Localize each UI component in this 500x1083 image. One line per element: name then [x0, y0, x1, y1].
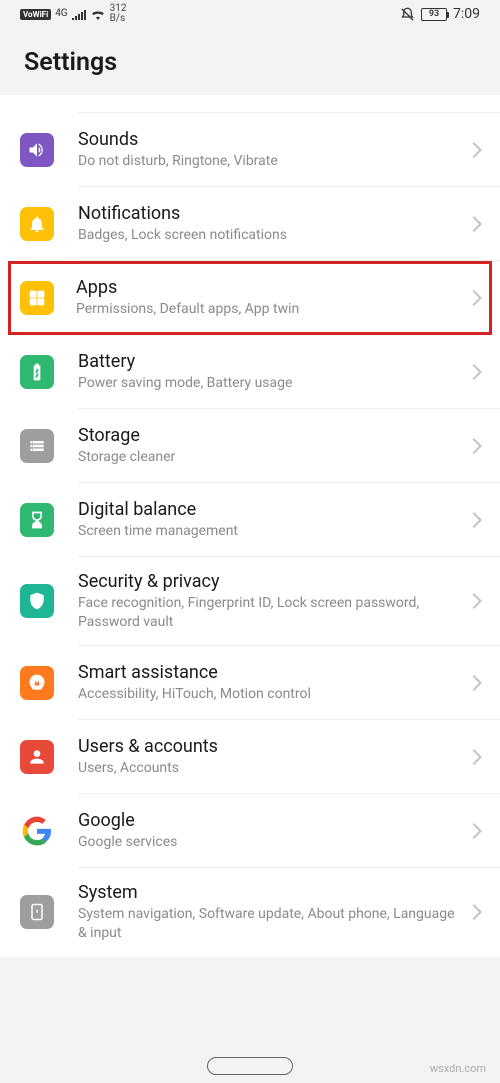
- chevron-right-icon: [472, 290, 482, 306]
- row-title: Smart assistance: [78, 662, 464, 683]
- net-speed: 312 B/s: [110, 4, 127, 24]
- row-subtitle: Do not disturb, Ringtone, Vibrate: [78, 152, 464, 171]
- settings-row-google[interactable]: Google Google services: [0, 794, 500, 868]
- security-icon: [20, 584, 54, 618]
- settings-row-system[interactable]: System System navigation, Software updat…: [0, 868, 500, 957]
- page-title: Settings: [24, 48, 476, 77]
- row-subtitle: Badges, Lock screen notifications: [78, 226, 464, 245]
- row-title: Google: [78, 810, 464, 831]
- row-subtitle: Google services: [78, 833, 464, 852]
- settings-row-battery[interactable]: Battery Power saving mode, Battery usage: [0, 335, 500, 409]
- network-type: 4G: [55, 9, 67, 19]
- chevron-right-icon: [472, 364, 482, 380]
- row-subtitle: Permissions, Default apps, App twin: [76, 300, 464, 319]
- row-subtitle: Power saving mode, Battery usage: [78, 374, 464, 393]
- chevron-right-icon: [472, 512, 482, 528]
- row-title: Users & accounts: [78, 736, 464, 757]
- settings-row-sounds[interactable]: Sounds Do not disturb, Ringtone, Vibrate: [0, 113, 500, 187]
- row-subtitle: Storage cleaner: [78, 448, 464, 467]
- row-subtitle: Users, Accounts: [78, 759, 464, 778]
- chevron-right-icon: [472, 593, 482, 609]
- signal-icon: [72, 9, 86, 20]
- apps-icon: [20, 281, 54, 315]
- chevron-right-icon: [472, 823, 482, 839]
- nav-bar: [0, 1057, 500, 1075]
- digital-balance-icon: [20, 503, 54, 537]
- wifi-icon: [90, 8, 106, 20]
- row-title: Storage: [78, 425, 464, 446]
- battery-indicator: 93: [421, 8, 447, 21]
- users-icon: [20, 740, 54, 774]
- system-icon: [20, 895, 54, 929]
- settings-row-digital-balance[interactable]: Digital balance Screen time management: [0, 483, 500, 557]
- vowifi-badge: VoWiFi: [20, 9, 51, 20]
- settings-row-apps[interactable]: Apps Permissions, Default apps, App twin: [8, 261, 492, 335]
- row-title: Battery: [78, 351, 464, 372]
- chevron-right-icon: [472, 904, 482, 920]
- smart-assistance-icon: [20, 666, 54, 700]
- row-title: Apps: [76, 277, 464, 298]
- row-title: Security & privacy: [78, 571, 464, 592]
- row-title: Digital balance: [78, 499, 464, 520]
- status-bar: VoWiFi 4G 312 B/s 93 7:09: [0, 0, 500, 28]
- row-subtitle: System navigation, Software update, Abou…: [78, 905, 464, 943]
- row-title: Sounds: [78, 129, 464, 150]
- notifications-icon: [20, 207, 54, 241]
- chevron-right-icon: [472, 216, 482, 232]
- settings-row-users-accounts[interactable]: Users & accounts Users, Accounts: [0, 720, 500, 794]
- clock: 7:09: [453, 6, 480, 22]
- sounds-icon: [20, 133, 54, 167]
- battery-icon: [20, 355, 54, 389]
- chevron-right-icon: [472, 675, 482, 691]
- storage-icon: [20, 429, 54, 463]
- row-subtitle: Accessibility, HiTouch, Motion control: [78, 685, 464, 704]
- mute-icon: [400, 7, 415, 22]
- battery-level: 93: [429, 9, 439, 19]
- chevron-right-icon: [472, 749, 482, 765]
- chevron-right-icon: [472, 142, 482, 158]
- header: Settings: [0, 28, 500, 95]
- settings-list[interactable]: Sounds Do not disturb, Ringtone, Vibrate…: [0, 95, 500, 957]
- status-right: 93 7:09: [400, 6, 480, 22]
- row-title: System: [78, 882, 464, 903]
- partial-prev-row: [78, 95, 500, 113]
- row-title: Notifications: [78, 203, 464, 224]
- google-icon: [20, 814, 54, 848]
- net-speed-unit: B/s: [110, 14, 127, 24]
- row-subtitle: Face recognition, Fingerprint ID, Lock s…: [78, 594, 464, 632]
- chevron-right-icon: [472, 438, 482, 454]
- settings-row-security[interactable]: Security & privacy Face recognition, Fin…: [0, 557, 500, 646]
- settings-row-smart-assistance[interactable]: Smart assistance Accessibility, HiTouch,…: [0, 646, 500, 720]
- status-left: VoWiFi 4G 312 B/s: [20, 4, 127, 24]
- settings-row-notifications[interactable]: Notifications Badges, Lock screen notifi…: [0, 187, 500, 261]
- nav-pill[interactable]: [207, 1057, 293, 1075]
- settings-row-storage[interactable]: Storage Storage cleaner: [0, 409, 500, 483]
- row-subtitle: Screen time management: [78, 522, 464, 541]
- watermark: wsxdn.com: [430, 1062, 486, 1075]
